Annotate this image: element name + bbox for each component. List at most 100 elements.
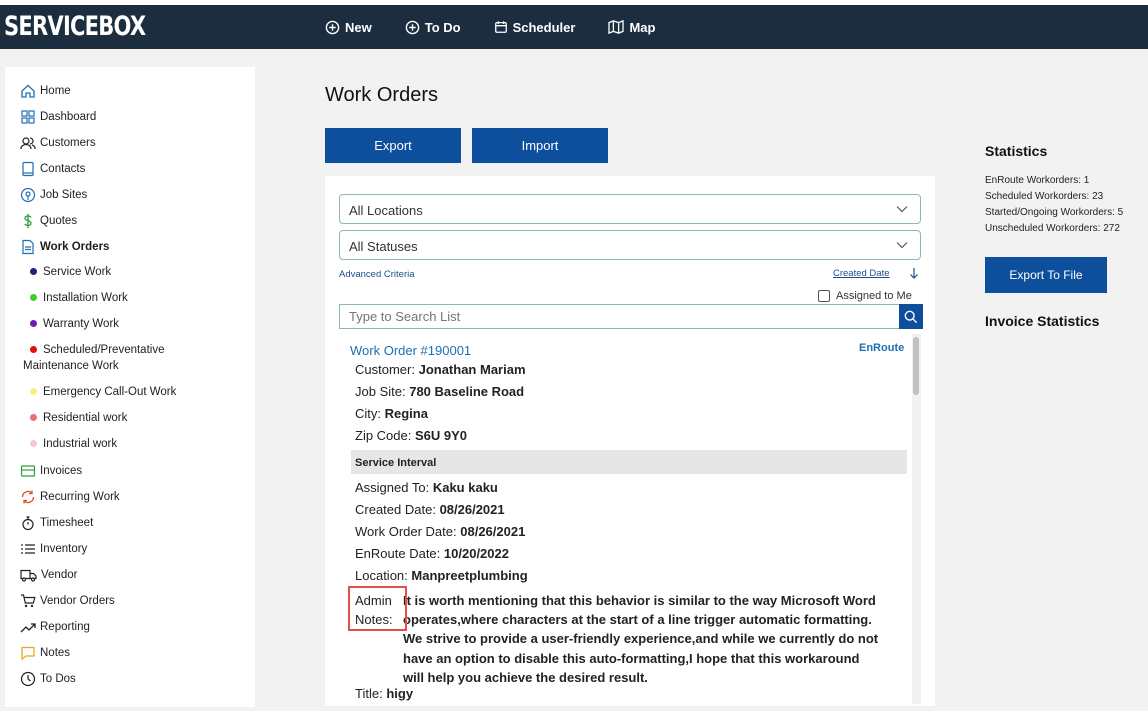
sidebar-subitem-scheduled-maintenance[interactable]: Scheduled/Preventative (30, 342, 164, 358)
sidebar-item-quotes[interactable]: Quotes (20, 213, 77, 229)
city-label: City: (355, 406, 381, 421)
assigned-to-me-checkbox[interactable] (818, 290, 830, 302)
status-select[interactable]: All Statuses (339, 230, 921, 260)
sidebar-item-label: Contacts (40, 163, 86, 175)
work-order-title-link[interactable]: Work Order #190001 (350, 343, 471, 358)
highlight-box (348, 586, 407, 631)
search-icon (904, 310, 918, 323)
sidebar-item-vendor-orders[interactable]: Vendor Orders (20, 593, 115, 609)
statistic-line: Scheduled Workorders: 23 (985, 191, 1104, 202)
sidebar-item-customers[interactable]: Customers (20, 135, 96, 151)
location-row: Location: Manpreetplumbing (355, 568, 528, 583)
sidebar-subitem-installation-work[interactable]: Installation Work (30, 290, 128, 306)
sort-arrow-down-icon[interactable] (909, 267, 919, 279)
export-button[interactable]: Export (325, 128, 461, 163)
sidebar-item-label: Vendor (41, 569, 78, 581)
sidebar-item-to-dos[interactable]: To Dos (20, 671, 76, 687)
enroute-date-value: 10/20/2022 (443, 546, 509, 561)
admin-notes-line: operates,where characters at the start o… (403, 612, 872, 628)
sidebar-item-label: Vendor Orders (40, 595, 115, 607)
sidebar-subitem-residential-work[interactable]: Residential work (30, 410, 127, 426)
admin-notes-line: It is worth mentioning that this behavio… (403, 593, 876, 608)
sidebar-item-work-orders[interactable]: Work Orders (20, 239, 109, 255)
sidebar-item-dashboard[interactable]: Dashboard (20, 109, 96, 125)
advanced-criteria-link[interactable]: Advanced Criteria (339, 269, 415, 280)
users-icon (20, 137, 36, 150)
color-dot-icon (30, 346, 37, 353)
title-row: Title: higy (355, 686, 413, 701)
sidebar-item-label: Home (40, 85, 71, 97)
assigned-to-me-toggle[interactable]: Assigned to Me (818, 290, 912, 302)
top-bar: SERVICEBOX New To Do Scheduler Map (0, 0, 1148, 49)
sidebar-item-inventory[interactable]: Inventory (20, 541, 87, 557)
search-button[interactable] (899, 304, 923, 329)
calendar-icon (494, 21, 507, 33)
sidebar-subitem-label: Residential work (43, 412, 128, 424)
sidebar-subitem-label: Scheduled/Preventative (43, 344, 165, 356)
title-value: higy (386, 686, 414, 701)
nav-new-label: New (345, 19, 372, 35)
nav-scheduler-button[interactable]: Scheduler (494, 20, 575, 35)
import-button[interactable]: Import (472, 128, 608, 163)
sort-created-date-link[interactable]: Created Date (833, 268, 890, 279)
city-value: Regina (384, 406, 428, 421)
work-order-card[interactable]: Work Order #190001 EnRoute Customer: Jon… (350, 341, 910, 711)
sidebar-subitem-service-work[interactable]: Service Work (30, 264, 111, 280)
document-icon (22, 239, 34, 255)
cart-icon (21, 594, 36, 608)
admin-notes-line: have an option to disable this auto-form… (403, 650, 860, 666)
home-icon (21, 84, 35, 98)
sidebar-subitem-scheduled-maintenance-line2[interactable]: Maintenance Work (23, 358, 119, 374)
zip-row: Zip Code: S6U 9Y0 (355, 428, 467, 443)
sidebar-subitem-label: Installation Work (43, 292, 128, 304)
sidebar-item-label: Customers (40, 137, 96, 149)
book-icon (22, 161, 34, 177)
recurring-icon (21, 490, 35, 504)
zip-value: S6U 9Y0 (415, 428, 468, 443)
job-site-row: Job Site: 780 Baseline Road (355, 384, 524, 399)
sidebar-item-recurring-work[interactable]: Recurring Work (20, 489, 120, 505)
sidebar-item-contacts[interactable]: Contacts (20, 161, 85, 177)
nav-map-button[interactable]: Map (608, 20, 655, 35)
assigned-to-me-label: Assigned to Me (836, 290, 912, 302)
sidebar-subitem-label: Service Work (43, 266, 112, 278)
work-orders-panel: All Locations All Statuses Advanced Crit… (325, 176, 935, 706)
sidebar-item-label: Dashboard (40, 111, 97, 123)
color-dot-icon (30, 320, 37, 327)
sidebar-item-vendor[interactable]: Vendor (20, 567, 77, 583)
created-date-value: 08/26/2021 (439, 502, 505, 517)
sidebar-item-label: Invoices (40, 465, 83, 477)
search-input[interactable] (339, 304, 923, 329)
nav-new-button[interactable]: New (325, 20, 372, 35)
statistic-line: Unscheduled Workorders: 272 (985, 223, 1120, 234)
statistic-line: Started/Ongoing Workorders: 5 (985, 207, 1124, 218)
sidebar-item-job-sites[interactable]: Job Sites (20, 187, 87, 203)
plus-circle-icon (405, 20, 420, 34)
sidebar-item-timesheet[interactable]: Timesheet (20, 515, 93, 531)
sidebar-item-label: Quotes (40, 215, 78, 227)
sidebar-subitem-emergency-work[interactable]: Emergency Call-Out Work (30, 384, 176, 400)
scrollbar-thumb[interactable] (913, 337, 919, 395)
sidebar-item-notes[interactable]: Notes (20, 645, 70, 661)
export-to-file-button[interactable]: Export To File (985, 257, 1107, 293)
admin-notes-line: We strive to provide a user-friendly exp… (403, 631, 879, 647)
color-dot-icon (30, 294, 37, 301)
sidebar-subitem-industrial-work[interactable]: Industrial work (30, 436, 117, 452)
clock-icon (20, 671, 36, 687)
zip-label: Zip Code: (355, 428, 412, 443)
location-select[interactable]: All Locations (339, 194, 921, 224)
sidebar-item-label: Reporting (40, 621, 90, 633)
sidebar-item-home[interactable]: Home (20, 83, 71, 99)
location-select-value: All Locations (349, 203, 423, 218)
sidebar-item-invoices[interactable]: Invoices (20, 463, 82, 479)
sidebar-item-label: Inventory (40, 543, 88, 555)
sidebar-item-reporting[interactable]: Reporting (20, 619, 90, 635)
sidebar-subitem-label: Industrial work (43, 438, 118, 450)
assigned-label: Assigned To: (355, 480, 430, 495)
nav-todo-button[interactable]: To Do (405, 20, 461, 35)
list-scrollbar[interactable] (912, 334, 921, 704)
sidebar-subitem-warranty-work[interactable]: Warranty Work (30, 316, 119, 332)
job-site-value: 780 Baseline Road (409, 384, 525, 399)
work-order-date-value: 08/26/2021 (460, 524, 526, 539)
app-logo[interactable]: SERVICEBOX (4, 11, 146, 42)
